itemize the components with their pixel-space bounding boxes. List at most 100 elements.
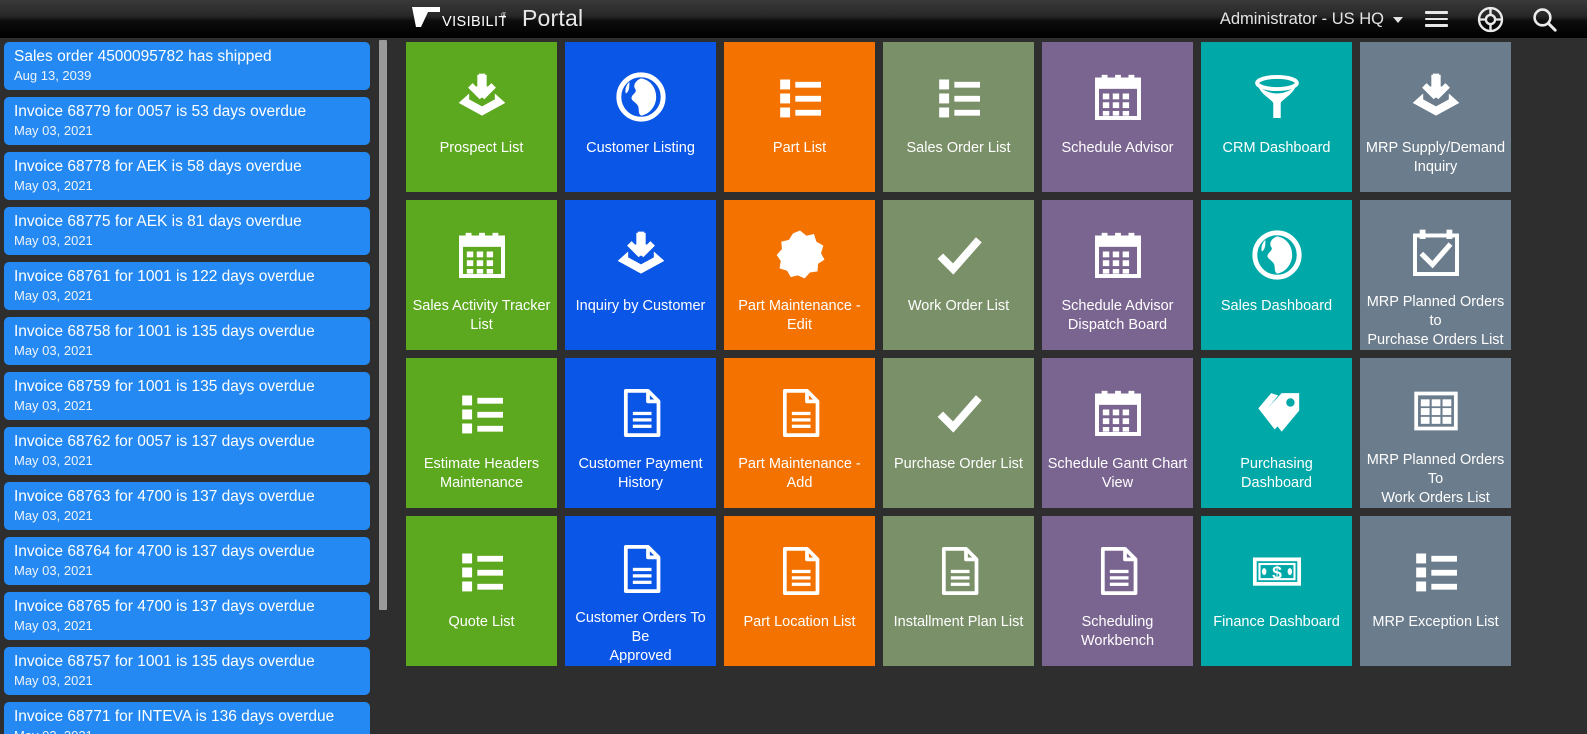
tile-prospect-list[interactable]: Prospect List [406, 42, 557, 192]
tile-part-maintenance-edit[interactable]: Part Maintenance - Edit [724, 200, 875, 350]
tile-finance-dashboard[interactable]: $ Finance Dashboard [1201, 516, 1352, 666]
notification-card[interactable]: Invoice 68771 for INTEVA is 136 days ove… [4, 702, 370, 734]
tile-label: Customer Payment History [578, 456, 703, 491]
tile-purchase-order-list[interactable]: Purchase Order List [883, 358, 1034, 508]
main-content-area: Sales order 4500095782 has shipped Aug 13… [0, 38, 1587, 734]
tile-label: Part Location List [743, 614, 856, 630]
calendar-icon [458, 232, 505, 278]
notification-card[interactable]: Invoice 68757 for 1001 is 135 days overd… [4, 647, 370, 695]
tile-customer-orders-to-be-approved[interactable]: Customer Orders To Be Approved [565, 516, 716, 666]
notification-title: Invoice 68761 for 1001 is 122 days overd… [14, 268, 315, 285]
tile-schedule-advisor-dispatch-board[interactable]: Schedule Advisor Dispatch Board [1042, 200, 1193, 350]
tile-scheduling-workbench[interactable]: Scheduling Workbench [1042, 516, 1193, 666]
notification-date: Aug 13, 2039 [14, 68, 92, 83]
tile-label: MRP Exception List [1372, 614, 1499, 630]
tile-mrp-planned-orders-to-work-orders-list[interactable]: MRP Planned Orders To Work Orders List [1360, 358, 1511, 508]
notification-card[interactable]: Invoice 68764 for 4700 is 137 days overd… [4, 537, 370, 585]
download-tray-icon [1360, 66, 1511, 128]
tile-label: Part Maintenance - Edit [738, 298, 861, 333]
tile-mrp-supply-demand-inquiry[interactable]: MRP Supply/Demand Inquiry [1360, 42, 1511, 192]
document-icon [782, 388, 819, 438]
tile-label: Scheduling Workbench [1080, 614, 1155, 649]
tile-label: MRP Planned Orders To Work Orders List [1366, 452, 1505, 506]
notification-date: May 03, 2021 [14, 178, 93, 193]
main-menu-button[interactable] [1409, 0, 1463, 38]
notifications-list: Sales order 4500095782 has shipped Aug 13… [0, 38, 380, 734]
svg-text:®: ® [501, 11, 506, 20]
tile-customer-payment-history[interactable]: Customer Payment History [565, 358, 716, 508]
notification-card[interactable]: Invoice 68761 for 1001 is 122 days overd… [4, 262, 370, 310]
document-icon [782, 546, 819, 596]
notification-date: May 03, 2021 [14, 343, 93, 358]
tile-mrp-exception-list[interactable]: MRP Exception List [1360, 516, 1511, 666]
globe-icon [1251, 230, 1302, 280]
notification-title: Invoice 68764 for 4700 is 137 days overd… [14, 543, 315, 560]
notification-date: May 03, 2021 [14, 563, 93, 578]
tile-part-location-list[interactable]: Part Location List [724, 516, 875, 666]
list-icon [779, 79, 821, 118]
tile-installment-plan-list[interactable]: Installment Plan List [883, 516, 1034, 666]
tile-part-list[interactable]: Part List [724, 42, 875, 192]
globe-icon [565, 66, 716, 128]
notifications-scrollbar-thumb[interactable] [379, 40, 387, 610]
tile-schedule-advisor[interactable]: Schedule Advisor [1042, 42, 1193, 192]
tile-purchasing-dashboard[interactable]: Purchasing Dashboard [1201, 358, 1352, 508]
list-icon [461, 553, 503, 592]
download-tray-icon [565, 224, 716, 286]
checkmark-icon [937, 237, 982, 275]
tile-sales-order-list[interactable]: Sales Order List [883, 42, 1034, 192]
help-button[interactable] [1463, 0, 1517, 38]
notification-card[interactable]: Invoice 68759 for 1001 is 135 days overd… [4, 372, 370, 420]
banknote-icon: $ [1252, 557, 1301, 586]
tile-schedule-gantt-chart-view[interactable]: Schedule Gantt Chart View [1042, 358, 1193, 508]
notification-card[interactable]: Invoice 68765 for 4700 is 137 days overd… [4, 592, 370, 640]
tile-label: Estimate Headers Maintenance [423, 456, 540, 491]
notification-card[interactable]: Invoice 68775 for AEK is 81 days overdue… [4, 207, 370, 255]
notification-card[interactable]: Invoice 68762 for 0057 is 137 days overd… [4, 427, 370, 475]
list-icon [1415, 553, 1457, 592]
notification-card[interactable]: Invoice 68778 for AEK is 58 days overdue… [4, 152, 370, 200]
tile-work-order-list[interactable]: Work Order List [883, 200, 1034, 350]
tiles-panel: Prospect List Customer Listing Part List Sa… [390, 38, 1587, 734]
tile-quote-list[interactable]: Quote List [406, 516, 557, 666]
document-icon [623, 388, 660, 438]
tile-label: Prospect List [439, 140, 524, 156]
notification-title: Invoice 68765 for 4700 is 137 days overd… [14, 598, 315, 615]
notification-card[interactable]: Invoice 68763 for 4700 is 137 days overd… [4, 482, 370, 530]
tile-crm-dashboard[interactable]: CRM Dashboard [1201, 42, 1352, 192]
notification-card[interactable]: Invoice 68779 for 0057 is 53 days overdu… [4, 97, 370, 145]
tile-part-maintenance-add[interactable]: Part Maintenance - Add [724, 358, 875, 508]
calendar-icon [1042, 382, 1193, 444]
calendar-icon [1094, 74, 1141, 120]
tile-sales-activity-tracker-list[interactable]: Sales Activity Tracker List [406, 200, 557, 350]
tile-inquiry-by-customer[interactable]: Inquiry by Customer [565, 200, 716, 350]
search-button[interactable] [1517, 0, 1571, 38]
document-icon [1100, 546, 1137, 596]
tags-icon [1257, 393, 1299, 432]
tile-estimate-headers-maintenance[interactable]: Estimate Headers Maintenance [406, 358, 557, 508]
calendar-check-icon [1412, 229, 1459, 276]
calendar-icon [406, 224, 557, 286]
notification-date: May 03, 2021 [14, 233, 93, 248]
tile-label: CRM Dashboard [1222, 140, 1331, 156]
list-icon [406, 540, 557, 602]
tile-mrp-planned-orders-to-purchase-orders-list[interactable]: MRP Planned Orders to Purchase Orders Li… [1360, 200, 1511, 350]
list-icon [938, 79, 980, 118]
notification-title: Sales order 4500095782 has shipped [14, 48, 272, 65]
calendar-icon [1094, 390, 1141, 436]
tile-sales-dashboard[interactable]: Sales Dashboard [1201, 200, 1352, 350]
document-icon [724, 540, 875, 602]
notification-card[interactable]: Sales order 4500095782 has shipped Aug 13… [4, 42, 370, 90]
top-bar: VISIBILITY ® Portal Administrator - US H… [0, 0, 1587, 38]
globe-icon [615, 72, 666, 122]
user-account-label: Administrator - US HQ [1219, 9, 1384, 28]
tile-customer-listing[interactable]: Customer Listing [565, 42, 716, 192]
user-account-menu[interactable]: Administrator - US HQ [1214, 10, 1409, 29]
notifications-scrollbar[interactable] [378, 38, 388, 734]
chevron-down-icon [1393, 17, 1403, 23]
checkmark-icon [937, 395, 982, 433]
download-tray-icon [406, 66, 557, 128]
notification-card[interactable]: Invoice 68758 for 1001 is 135 days overd… [4, 317, 370, 365]
hamburger-menu-icon [1424, 7, 1448, 31]
life-ring-help-icon [1477, 6, 1503, 32]
